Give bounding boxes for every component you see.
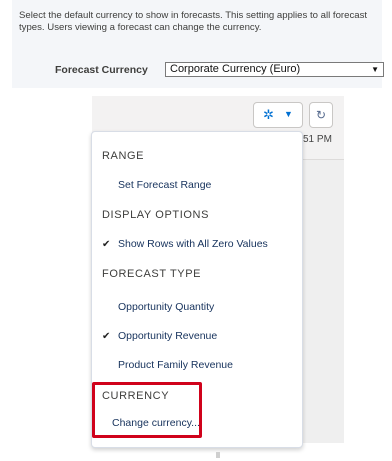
menu-heading-display-options: DISPLAY OPTIONS [102,209,210,221]
refresh-button[interactable]: ↻ [309,102,333,128]
menu-item-opportunity-quantity[interactable]: Opportunity Quantity [102,296,292,318]
forecast-currency-select[interactable]: Corporate Currency (Euro) ▼ [165,62,384,77]
menu-heading-forecast-type: FORECAST TYPE [102,268,202,280]
checkmark-icon: ✔ [102,331,111,342]
menu-item-opportunity-revenue[interactable]: ✔ Opportunity Revenue [102,325,292,347]
forecast-currency-value: Corporate Currency (Euro) [170,63,301,75]
settings-menu-button[interactable]: ✲ ▼ [253,102,303,128]
menu-item-show-zero-rows[interactable]: ✔ Show Rows with All Zero Values [102,233,292,255]
menu-heading-range: RANGE [102,150,145,162]
settings-description: Select the default currency to show in f… [19,10,368,33]
currency-highlight-box [92,382,202,438]
checkmark-icon: ✔ [102,239,111,250]
forecast-settings-panel: Select the default currency to show in f… [12,0,384,88]
dropdown-arrow-icon: ▼ [371,65,379,74]
scroll-indicator [216,452,220,458]
chevron-down-icon: ▼ [284,109,293,119]
last-updated-time: 51 PM [303,134,332,145]
menu-item-product-family-revenue[interactable]: Product Family Revenue [102,354,292,376]
menu-item-set-forecast-range[interactable]: Set Forecast Range [102,174,292,196]
refresh-icon: ↻ [315,108,327,122]
gear-icon: ✲ [263,107,274,122]
forecast-currency-label: Forecast Currency [55,64,148,76]
